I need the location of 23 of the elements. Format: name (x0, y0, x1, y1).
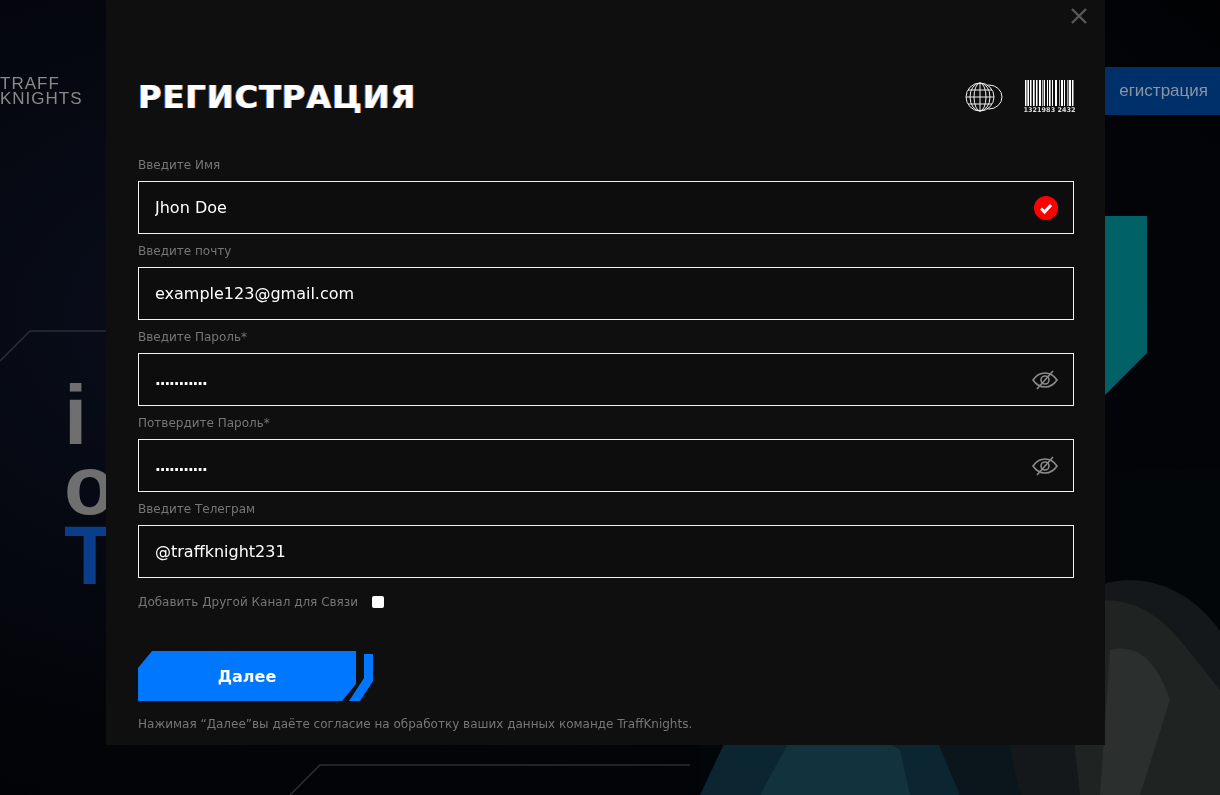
dialog-title: РЕГИСТРАЦИЯ (138, 78, 417, 116)
input-field[interactable]: Jhon Doe (138, 181, 1074, 234)
checkmark-icon (1034, 195, 1058, 220)
register-button[interactable]: егистрация (1105, 67, 1220, 115)
field-label: Введите почту (138, 243, 233, 259)
checkbox[interactable] (372, 596, 384, 608)
eye-off-icon[interactable] (1032, 455, 1058, 476)
consent-text: Нажимая “Далее”вы даёте согласие на обработку ваших данных команде TraffKnights. (138, 717, 694, 731)
field-label: Введите Телеграм (138, 501, 257, 517)
field-label: Потвердите Пароль* (138, 415, 271, 431)
eye-off-icon[interactable] (1032, 369, 1058, 390)
close-icon[interactable] (1071, 8, 1087, 24)
barcode-icon (1025, 80, 1074, 106)
input-field[interactable]: example123@gmail.com (138, 267, 1074, 320)
field-label: Введите Пароль* (138, 329, 249, 345)
globe-icon[interactable] (965, 82, 1003, 112)
logo: TRAFF KNIGHTS (0, 76, 83, 106)
password-field[interactable]: ........... (138, 353, 1074, 406)
input-field[interactable]: @traffknight231 (138, 525, 1074, 578)
hero-heading: i (64, 380, 89, 450)
checkbox-label: Добавить Другой Канал для Связи (138, 595, 358, 609)
password-field[interactable]: ........... (138, 439, 1074, 492)
field-label: Введите Имя (138, 157, 222, 173)
